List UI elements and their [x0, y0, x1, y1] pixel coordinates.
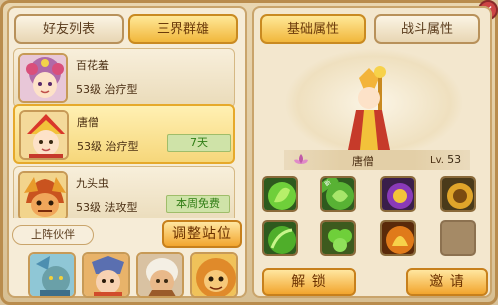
avatar	[18, 53, 68, 103]
level-display: Lv. 53	[430, 153, 462, 166]
hero-name: 唐僧	[77, 116, 99, 129]
adjust-position-button[interactable]: 调整站位	[162, 220, 242, 248]
avatar	[18, 171, 68, 218]
lotus-icon	[294, 154, 308, 164]
tab-friends-list[interactable]: 好友列表	[14, 14, 124, 44]
empty-skill-slot[interactable]	[440, 220, 476, 256]
partner-section-label: 上阵伙伴	[12, 225, 94, 245]
invite-button[interactable]: 邀 请	[406, 268, 488, 296]
tab-basic-attributes[interactable]: 基础属性	[260, 14, 366, 44]
partner-slot[interactable]	[82, 252, 130, 298]
skill-slot[interactable]	[380, 220, 416, 256]
partner-slot[interactable]	[190, 252, 238, 298]
skill-slot[interactable]	[440, 176, 476, 212]
hero-name-bar: 唐僧 Lv. 53	[284, 150, 470, 170]
hero-level: 53级 治疗型	[77, 140, 139, 153]
hero-name: 九头虫	[76, 177, 109, 190]
skill-slot[interactable]: 新	[320, 176, 356, 212]
hero-level: 53级 法攻型	[76, 201, 138, 214]
hero-level: 53级 治疗型	[76, 83, 138, 96]
list-item-baihuaxiu[interactable]: 百花羞 53级 治疗型	[13, 48, 235, 108]
status-badge: 本周免费	[166, 195, 230, 213]
green-leaf-icon	[264, 178, 296, 210]
skill-slot[interactable]	[320, 220, 356, 256]
skill-slot[interactable]	[380, 176, 416, 212]
hero-name: 唐僧	[352, 155, 374, 168]
list-item-jiutouchong[interactable]: 九头虫 53级 法攻型 本周免费	[13, 166, 235, 218]
hero-list: 百花羞 53级 治疗型 唐僧 53级 治疗型 7天 九头虫 53级 法攻型 本周…	[13, 48, 235, 218]
hero-name: 百花羞	[76, 59, 109, 72]
green-vine-icon	[264, 222, 296, 254]
skill-slot[interactable]	[262, 220, 298, 256]
gold-ring-icon	[442, 178, 474, 210]
hero-figure	[348, 66, 390, 150]
partner-slot[interactable]	[28, 252, 76, 298]
status-badge: 7天	[167, 134, 231, 152]
purple-orb-icon	[382, 178, 414, 210]
tab-battle-attributes[interactable]: 战斗属性	[374, 14, 480, 44]
bell-icon	[382, 222, 414, 254]
list-item-tangseng[interactable]: 唐僧 53级 治疗型 7天	[13, 104, 235, 164]
tab-three-realms[interactable]: 三界群雄	[128, 14, 238, 44]
partner-slot[interactable]	[136, 252, 184, 298]
avatar	[19, 110, 69, 160]
unlock-button[interactable]: 解 锁	[262, 268, 356, 296]
skill-slot[interactable]	[262, 176, 298, 212]
green-clover-icon	[322, 222, 354, 254]
